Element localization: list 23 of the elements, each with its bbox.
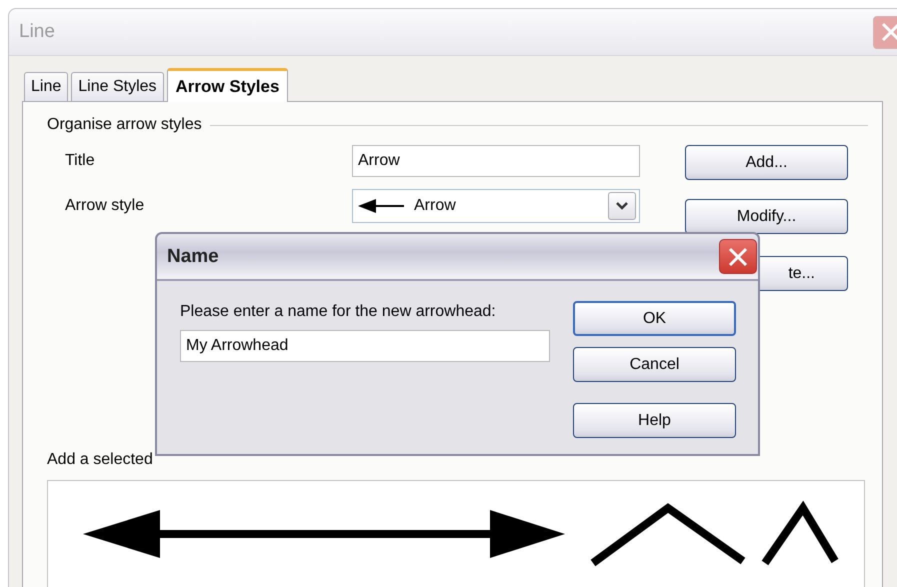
tab[interactable]: Arrow Styles [166,68,288,102]
chevron-down-icon [608,192,636,220]
preview-label: Add a selected [47,451,153,469]
side-button[interactable]: Add... [685,145,848,180]
dialog-button[interactable]: OK [573,301,736,336]
dialog-title: Name [167,246,219,268]
title-field[interactable]: Arrow [352,145,640,177]
group-label: Organise arrow styles [47,116,202,134]
arrow-style-dropdown[interactable]: Arrow [352,189,640,223]
side-button[interactable]: Modify... [685,199,848,234]
dialog-button[interactable]: Cancel [573,347,736,382]
dialog-button[interactable]: Help [573,403,736,438]
close-button[interactable] [719,239,757,274]
prompt-label: Please enter a name for the new arrowhead: [180,303,497,321]
arrow-icon [358,199,404,213]
tab[interactable]: Line [24,72,68,101]
close-icon [880,21,897,43]
field-label: Arrow style [65,197,146,215]
close-icon [727,246,749,268]
field-label: Title [65,152,96,170]
name-field[interactable]: My Arrowhead [180,330,550,362]
window-title: Line [19,21,55,43]
tab[interactable]: Line Styles [71,72,164,101]
